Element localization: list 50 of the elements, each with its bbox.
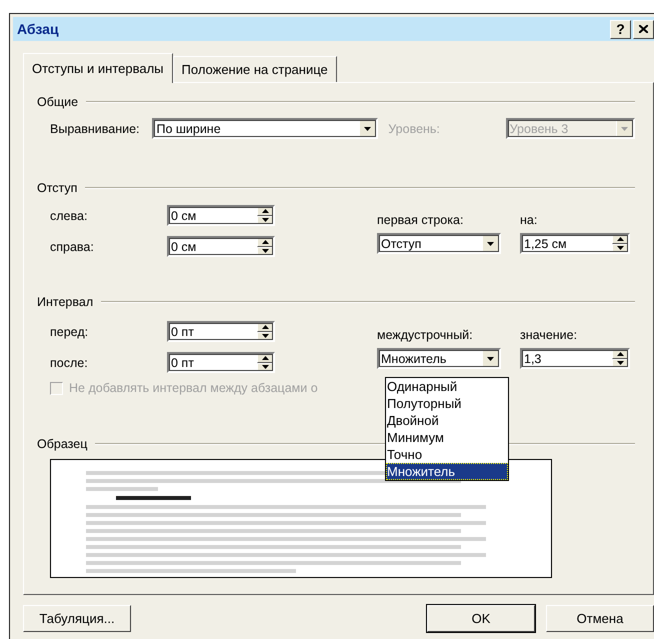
down-arrow-icon bbox=[262, 218, 268, 222]
down-arrow-icon bbox=[262, 248, 268, 253]
spin-field[interactable]: 1,25 см bbox=[520, 233, 630, 254]
spin-field[interactable]: 0 пт bbox=[167, 321, 275, 342]
field-label: междустрочный: bbox=[377, 328, 474, 342]
caret-icon bbox=[487, 242, 494, 246]
dropdown-field[interactable]: Множитель bbox=[377, 348, 501, 369]
caret-icon bbox=[364, 126, 372, 130]
checkbox-label: Не добавлять интервал между абзацами о bbox=[69, 381, 319, 395]
spin-field[interactable]: 1,3 bbox=[520, 348, 630, 369]
close-icon bbox=[639, 25, 648, 33]
field-label: Уровень: bbox=[387, 122, 441, 136]
spin-field[interactable]: 0 пт bbox=[167, 352, 275, 373]
window-title: Абзац bbox=[17, 21, 59, 37]
up-arrow-icon bbox=[262, 356, 268, 360]
up-arrow-icon bbox=[616, 352, 624, 356]
up-arrow-icon bbox=[616, 237, 624, 242]
field-label: перед: bbox=[50, 324, 90, 338]
dropdown-field[interactable]: Отступ bbox=[377, 233, 501, 254]
tab[interactable]: Положение на странице bbox=[172, 56, 337, 82]
field-label: первая строка: bbox=[377, 213, 464, 227]
down-arrow-icon bbox=[616, 246, 624, 250]
dropdown-field[interactable]: По ширине bbox=[152, 118, 378, 139]
up-arrow-icon bbox=[262, 325, 268, 330]
help-button[interactable]: ? bbox=[610, 20, 631, 38]
section-title: Отступ bbox=[37, 181, 78, 195]
field-label: Выравнивание: bbox=[50, 122, 141, 136]
tabs-button[interactable]: Табуляция... bbox=[23, 605, 131, 632]
up-arrow-icon bbox=[262, 240, 268, 244]
spin-field[interactable]: 0 см bbox=[167, 205, 275, 226]
up-arrow-icon bbox=[262, 209, 268, 214]
field-label: после: bbox=[50, 356, 89, 370]
down-arrow-icon bbox=[262, 364, 268, 369]
dialog-button[interactable]: Отмена bbox=[546, 605, 654, 632]
caret-icon bbox=[487, 356, 494, 360]
dialog-button[interactable]: OK bbox=[427, 605, 535, 632]
caret-icon bbox=[621, 126, 628, 130]
section-title: Образец bbox=[37, 437, 88, 451]
section-title: Интервал bbox=[37, 295, 94, 309]
down-arrow-icon bbox=[262, 334, 268, 338]
field-label: справа: bbox=[50, 240, 95, 254]
tab[interactable]: Отступы и интервалы bbox=[23, 53, 173, 83]
spin-field[interactable]: 0 см bbox=[167, 236, 275, 257]
dropdown-option[interactable]: Множитель bbox=[386, 463, 508, 480]
field-label: значение: bbox=[520, 328, 578, 342]
section-title: Общие bbox=[37, 95, 78, 109]
down-arrow-icon bbox=[616, 360, 624, 365]
field-label: на: bbox=[520, 213, 538, 227]
field-label: слева: bbox=[50, 208, 88, 222]
close-button[interactable] bbox=[633, 20, 654, 38]
